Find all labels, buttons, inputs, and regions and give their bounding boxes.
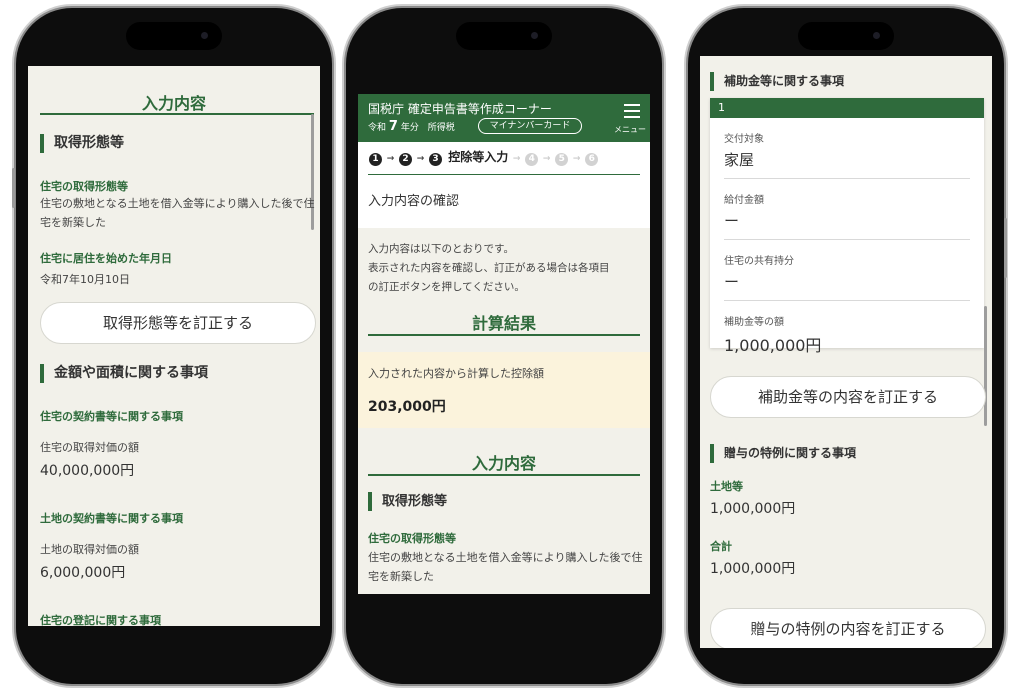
intro-line-2: 表示された内容を確認し、訂正がある場合は各項目 bbox=[368, 262, 610, 274]
registration-label: 住宅の登記に関する事項 bbox=[40, 614, 161, 626]
subsidy-title: 補助金等に関する事項 bbox=[710, 72, 844, 91]
deduction-value: 203,000円 bbox=[368, 399, 446, 415]
land-label: 土地等 bbox=[710, 480, 743, 493]
phone-1: 入力内容 取得形態等 住宅の取得形態等 住宅の敷地となる土地を借入金等により購入… bbox=[12, 8, 332, 684]
hamburger-icon bbox=[624, 104, 640, 118]
calc-header-underline bbox=[368, 334, 640, 336]
year-prefix: 令和 bbox=[368, 123, 387, 133]
step-progress: 1 → 2 → 3 控除等入力 → 4 → 5 → 6 bbox=[368, 150, 599, 166]
subsidy-card: 1 交付対象 家屋 給付金額 ー 住宅の共有持分 ー 補助金等の額 1,000,… bbox=[710, 98, 984, 355]
phone-2: 国税庁 確定申告書等作成コーナー 令和 7 年分 所得税 マイナンバーカード メ… bbox=[346, 8, 662, 684]
acquisition-type-value: 住宅の敷地となる土地を借入金等により購入した後で住宅を新築した bbox=[368, 551, 643, 583]
phone-2-screen: 国税庁 確定申告書等作成コーナー 令和 7 年分 所得税 マイナンバーカード メ… bbox=[358, 94, 650, 594]
share-label: 住宅の共有持分 bbox=[724, 256, 794, 267]
app-title: 国税庁 確定申告書等作成コーナー bbox=[368, 102, 552, 116]
side-button bbox=[1004, 218, 1007, 278]
land-price-value: 6,000,000円 bbox=[40, 565, 126, 581]
benefit-value: ー bbox=[724, 212, 740, 230]
section-header: 入力内容 bbox=[141, 94, 206, 113]
target-label: 交付対象 bbox=[724, 134, 764, 145]
land-contract-label: 土地の契約書等に関する事項 bbox=[40, 512, 183, 525]
current-step-label: 控除等入力 bbox=[448, 150, 509, 164]
app-header: 国税庁 確定申告書等作成コーナー 令和 7 年分 所得税 マイナンバーカード メ… bbox=[358, 94, 650, 142]
correct-subsidy-button[interactable]: 補助金等の内容を訂正する bbox=[710, 376, 986, 418]
step-6: 6 bbox=[585, 153, 599, 166]
year-number: 7 bbox=[388, 119, 398, 134]
target-value: 家屋 bbox=[724, 151, 755, 169]
deduction-box: 入力された内容から計算した控除額 203,000円 bbox=[358, 352, 650, 428]
acquisition-type-label: 住宅の取得形態等 bbox=[368, 532, 456, 545]
house-contract-label: 住宅の契約書等に関する事項 bbox=[40, 410, 183, 423]
phone-1-screen: 入力内容 取得形態等 住宅の取得形態等 住宅の敷地となる土地を借入金等により購入… bbox=[28, 66, 320, 626]
year-line: 令和 7 年分 所得税 bbox=[368, 119, 455, 134]
move-in-label: 住宅に居住を始めた年月日 bbox=[40, 252, 172, 265]
acquisition-title: 取得形態等 bbox=[40, 134, 124, 153]
dynamic-island bbox=[798, 22, 894, 50]
acquisition-type-label: 住宅の取得形態等 bbox=[40, 180, 128, 193]
scrollbar[interactable] bbox=[984, 306, 987, 426]
move-in-value: 令和7年10月10日 bbox=[40, 273, 130, 286]
top-panel: 1 → 2 → 3 控除等入力 → 4 → 5 → 6 入力内容の確認 bbox=[358, 142, 650, 228]
step-5: 5 bbox=[555, 153, 569, 166]
step-1: 1 bbox=[369, 153, 382, 166]
subsidy-amount-label: 補助金等の額 bbox=[724, 317, 784, 328]
step-4: 4 bbox=[525, 153, 539, 166]
intro-text: 入力内容は以下のとおりです。 表示された内容を確認し、訂正がある場合は各項目 の… bbox=[368, 240, 644, 297]
menu-button[interactable]: メニュー bbox=[614, 102, 648, 138]
dynamic-island bbox=[126, 22, 222, 50]
page-title: 入力内容の確認 bbox=[368, 194, 460, 209]
subsidy-amount-value: 1,000,000円 bbox=[724, 336, 822, 355]
share-value: ー bbox=[724, 273, 740, 291]
acquisition-title: 取得形態等 bbox=[368, 492, 447, 511]
input-header-underline bbox=[368, 474, 640, 476]
step-3: 3 bbox=[429, 153, 442, 166]
dynamic-island bbox=[456, 22, 552, 50]
gift-title: 贈与の特例に関する事項 bbox=[710, 444, 856, 463]
side-button bbox=[12, 168, 15, 208]
tax-type: 所得税 bbox=[427, 123, 455, 133]
land-price-label: 土地の取得対価の額 bbox=[40, 543, 139, 556]
land-value: 1,000,000円 bbox=[710, 501, 796, 517]
input-header: 入力内容 bbox=[471, 454, 536, 473]
phone-3-screen: 補助金等に関する事項 1 交付対象 家屋 給付金額 ー 住宅の共有持分 ー 補助… bbox=[700, 56, 992, 648]
step-underline bbox=[368, 174, 640, 175]
correct-gift-button[interactable]: 贈与の特例の内容を訂正する bbox=[710, 608, 986, 648]
benefit-label: 給付金額 bbox=[724, 195, 764, 206]
row-number-bar: 1 bbox=[710, 98, 984, 118]
step-2: 2 bbox=[399, 153, 412, 166]
section-header-underline bbox=[40, 113, 314, 115]
deduction-label: 入力された内容から計算した控除額 bbox=[368, 367, 544, 380]
amount-title: 金額や面積に関する事項 bbox=[40, 364, 208, 383]
row-number: 1 bbox=[718, 101, 725, 114]
intro-line-3: の訂正ボタンを押してください。 bbox=[368, 281, 525, 293]
correct-acquisition-button[interactable]: 取得形態等を訂正する bbox=[40, 302, 316, 344]
calc-header: 計算結果 bbox=[471, 314, 536, 333]
house-price-label: 住宅の取得対価の額 bbox=[40, 441, 139, 454]
phone-3: 補助金等に関する事項 1 交付対象 家屋 給付金額 ー 住宅の共有持分 ー 補助… bbox=[688, 8, 1007, 684]
acquisition-type-value: 住宅の敷地となる土地を借入金等により購入した後で住宅を新築した bbox=[40, 197, 315, 229]
mynumber-badge[interactable]: マイナンバーカード bbox=[478, 118, 582, 134]
total-value: 1,000,000円 bbox=[710, 561, 796, 577]
intro-line-1: 入力内容は以下のとおりです。 bbox=[368, 243, 514, 255]
menu-label: メニュー bbox=[614, 125, 646, 134]
year-suffix: 年分 bbox=[400, 123, 419, 133]
house-price-value: 40,000,000円 bbox=[40, 463, 135, 479]
total-label: 合計 bbox=[710, 540, 732, 553]
